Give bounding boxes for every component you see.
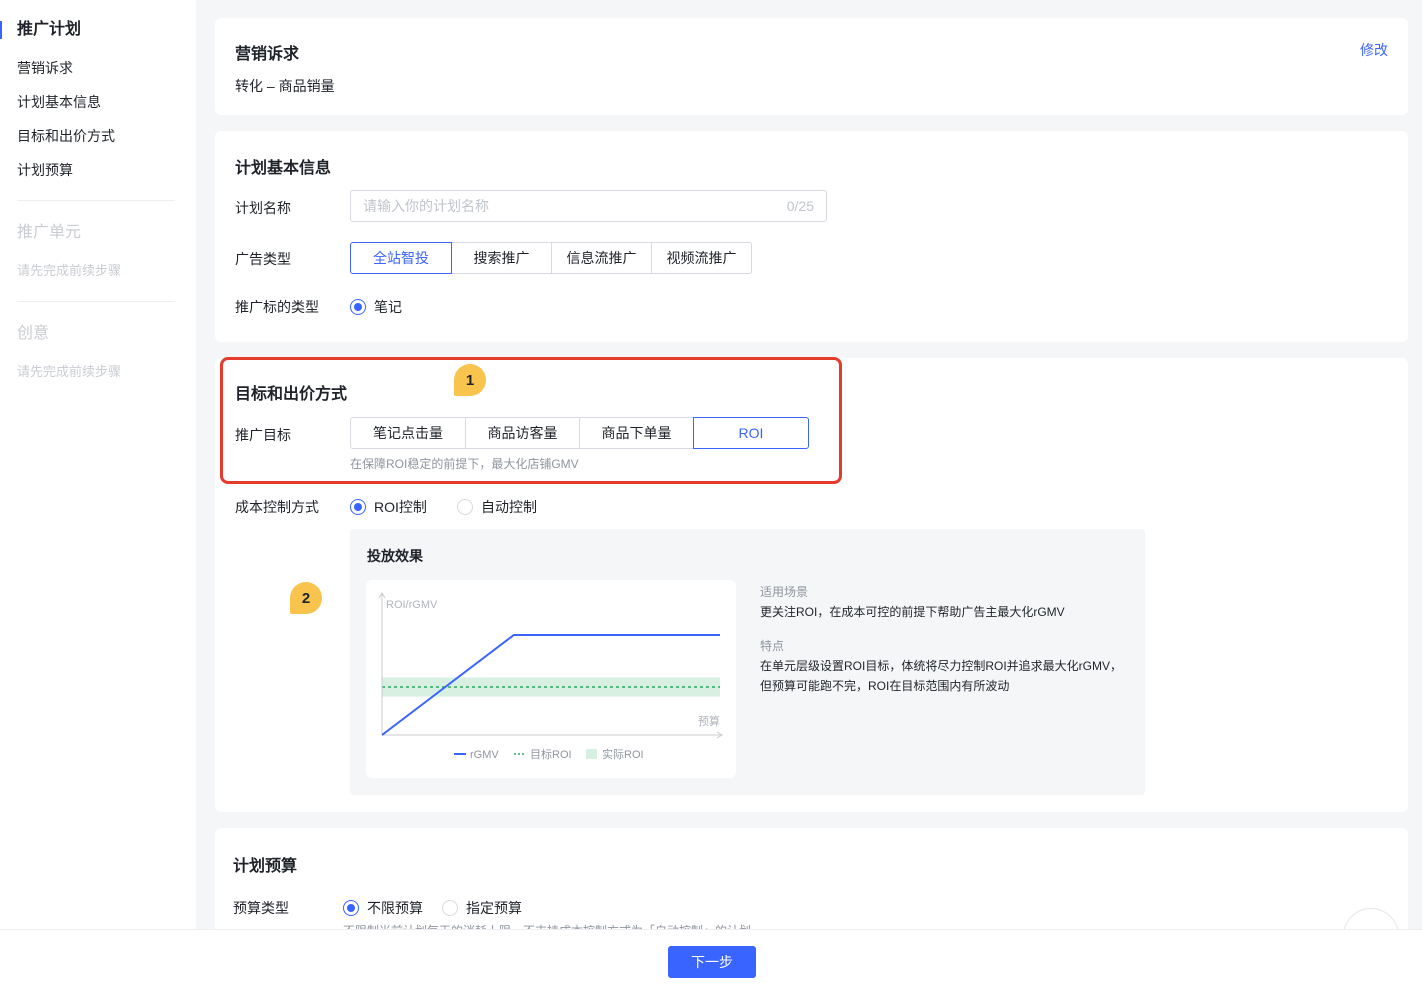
ad-type-label: 广告类型 (235, 251, 291, 267)
next-step-button[interactable]: 下一步 (668, 946, 756, 978)
budget-specified-label: 指定预算 (466, 900, 522, 916)
basic-info-title: 计划基本信息 (235, 160, 332, 177)
effect-chart: ROI/rGMV 预算 rGMV 目标ROI 实际ROI (366, 580, 736, 778)
sidebar-divider (17, 200, 175, 201)
radio-icon (343, 900, 359, 916)
marketing-card: 营销诉求 转化 – 商品销量 修改 (215, 18, 1408, 115)
ad-type-video-feed[interactable]: 视频流推广 (651, 242, 752, 274)
budget-unlimited-label: 不限预算 (367, 900, 423, 916)
sidebar-creative-hint: 请先完成前续步骤 (17, 364, 122, 379)
budget-title: 计划预算 (233, 858, 298, 875)
target-type-label: 推广标的类型 (235, 299, 319, 315)
plan-name-counter: 0/25 (786, 198, 814, 214)
ad-type-selector: 全站智投 搜索推广 信息流推广 视频流推广 (350, 242, 752, 274)
budget-unlimited-radio[interactable]: 不限预算 (343, 898, 423, 918)
cost-auto-control-label: 自动控制 (481, 499, 537, 515)
sidebar-divider (17, 301, 175, 302)
sidebar-item-budget[interactable]: 计划预算 (17, 160, 73, 180)
x-axis-label: 预算 (698, 714, 720, 728)
sidebar-item-basic-info[interactable]: 计划基本信息 (17, 92, 101, 112)
plan-name-label: 计划名称 (235, 200, 291, 216)
legend-target-label: 目标ROI (530, 747, 572, 761)
ad-type-all-smart[interactable]: 全站智投 (350, 242, 452, 274)
cost-control-label: 成本控制方式 (235, 499, 319, 515)
cost-roi-control-radio[interactable]: ROI控制 (350, 497, 427, 517)
target-type-note-label: 笔记 (374, 299, 402, 315)
marketing-value: 转化 – 商品销量 (235, 78, 335, 94)
plan-name-placeholder: 请输入你的计划名称 (363, 198, 489, 214)
ad-type-feed[interactable]: 信息流推广 (551, 242, 652, 274)
target-type-note-radio[interactable]: 笔记 (350, 297, 402, 317)
scene-text: 更关注ROI，在成本可控的前提下帮助广告主最大化rGMV (760, 605, 1065, 619)
sidebar-unit-hint: 请先完成前续步骤 (17, 263, 122, 278)
radio-icon (350, 499, 366, 515)
plan-name-input[interactable]: 请输入你的计划名称 0/25 (350, 190, 827, 222)
basic-info-card: 计划基本信息 计划名称 请输入你的计划名称 0/25 广告类型 全站智投 搜索推… (215, 131, 1408, 342)
annotation-badge-1: 1 (454, 364, 486, 396)
effect-chart-svg: ROI/rGMV 预算 rGMV 目标ROI 实际ROI (378, 592, 723, 761)
legend-actual-label: 实际ROI (602, 747, 644, 761)
ad-type-search[interactable]: 搜索推广 (451, 242, 552, 274)
annotation-badge-2: 2 (290, 582, 322, 614)
feature-text: 在单元层级设置ROI目标，体统将尽力控制ROI并追求最大化rGMV，但预算可能跑… (760, 659, 1123, 693)
sidebar: 推广计划 营销诉求 计划基本信息 目标和出价方式 计划预算 推广单元 请先完成前… (0, 0, 196, 988)
sidebar-unit-title: 推广单元 (17, 224, 82, 241)
sidebar-creative-title: 创意 (17, 325, 50, 342)
y-axis-label: ROI/rGMV (386, 599, 438, 611)
effect-title: 投放效果 (367, 548, 423, 564)
footer-bar: 下一步 (0, 929, 1422, 988)
radio-icon (442, 900, 458, 916)
scene-label: 适用场景 (760, 585, 809, 599)
sidebar-item-marketing[interactable]: 营销诉求 (17, 58, 73, 78)
sidebar-item-goal[interactable]: 目标和出价方式 (17, 126, 115, 146)
effect-panel: 投放效果 ROI/rGMV 预算 rGMV 目标ROI 实际ROI 适用场景 更关注RO… (350, 529, 1145, 795)
radio-icon (350, 299, 366, 315)
marketing-title: 营销诉求 (235, 46, 300, 63)
budget-specified-radio[interactable]: 指定预算 (442, 898, 522, 918)
radio-icon (457, 499, 473, 515)
sidebar-plan-title[interactable]: 推广计划 (0, 19, 81, 41)
cost-auto-control-radio[interactable]: 自动控制 (457, 497, 537, 517)
legend-rgmv-label: rGMV (470, 749, 499, 761)
feature-label: 特点 (760, 639, 785, 653)
highlight-box (220, 357, 842, 484)
edit-link[interactable]: 修改 (1360, 40, 1388, 60)
budget-type-label: 预算类型 (233, 900, 289, 916)
legend-actual-swatch (586, 749, 597, 759)
cost-roi-control-label: ROI控制 (374, 499, 427, 515)
